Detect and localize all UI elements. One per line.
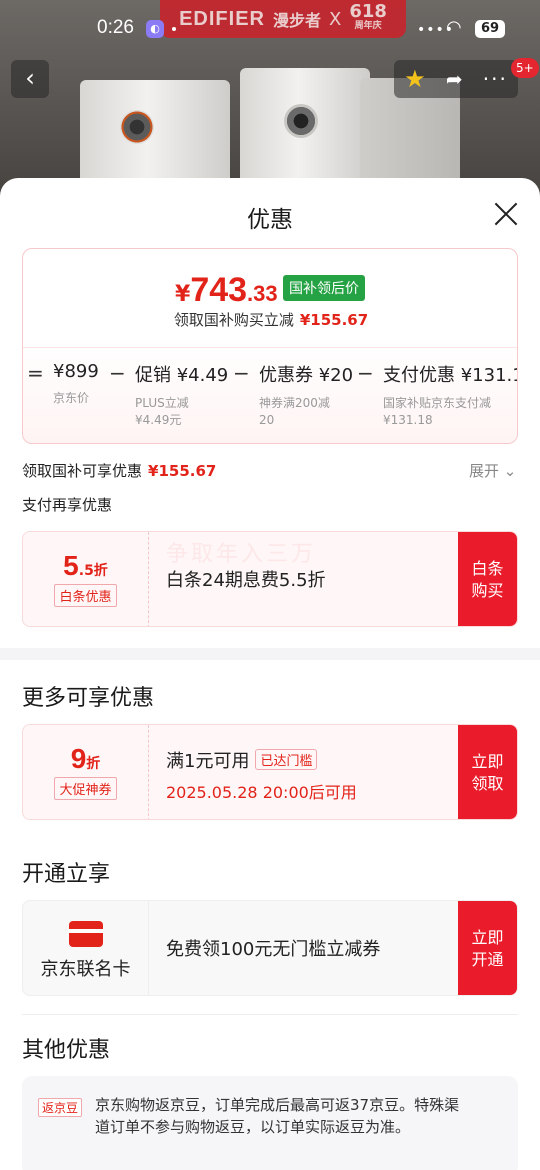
battery-indicator: 69 <box>475 20 505 38</box>
equals-sign: = <box>27 361 44 385</box>
more-icon[interactable]: ··· <box>483 67 508 91</box>
minus-sign: − <box>233 361 250 385</box>
cobrand-card-offer: 京东联名卡 免费领100元无门槛立减券 立即 开通 <box>22 900 518 996</box>
calc-item-promotion: 促销 ¥4.49 PLUS立减 ¥4.49元 <box>135 365 229 427</box>
coupon-details: 满1元可用 已达门槛 2025.05.28 20:00后可用 <box>166 749 357 802</box>
minus-sign: − <box>109 361 126 385</box>
subsidy-line: 领取国补购买立减 ¥155.67 <box>173 311 369 329</box>
section-separator <box>0 648 540 660</box>
app-notification-icon: ◐ <box>146 20 164 38</box>
baitiao-offer-card: 5.5折 白条优惠 争取年入三万 白条24期息费5.5折 白条 购买 <box>22 531 518 627</box>
open-card-button[interactable]: 立即 开通 <box>458 901 517 995</box>
discount-sheet: 优惠 ¥ 743 .33 国补领后价 领取国补购买立减 ¥155.67 = ¥89… <box>0 178 540 1170</box>
gov-subsidy-price-tag: 国补领后价 <box>283 275 365 301</box>
threshold-reached-badge: 已达门槛 <box>255 749 318 770</box>
other-offers-title: 其他优惠 <box>22 1038 111 1063</box>
calc-item-coupon: 优惠券 ¥20 神券满200减 20 <box>259 365 354 427</box>
coupon-tag: 大促神券 <box>54 777 117 800</box>
notification-badge: 5+ <box>511 58 539 78</box>
wifi-icon: ◠ <box>446 17 462 38</box>
claim-coupon-button[interactable]: 立即 领取 <box>458 725 517 819</box>
expand-toggle[interactable]: 展开 ⌄ <box>469 460 516 481</box>
price-calculation: = ¥899 京东价 − 促销 ¥4.49 PLUS立减 ¥4.49元 − 优惠券… <box>23 361 517 441</box>
coupon-offer-card: 9折 大促神券 满1元可用 已达门槛 2025.05.28 20:00后可用 立即… <box>22 724 518 820</box>
credit-card-icon <box>68 921 103 947</box>
calc-item-jd-price: ¥899 京东价 <box>53 361 99 405</box>
offer-discount-area: 5.5折 白条优惠 <box>23 532 149 626</box>
watermark-text: 争取年入三万 <box>166 542 317 567</box>
status-dot-icon <box>172 27 176 31</box>
status-bar: 0:26 ◐ •••• ◠ 69 <box>0 0 540 56</box>
divider <box>23 347 517 348</box>
coupon-discount-area: 9折 大促神券 <box>23 725 149 819</box>
close-icon[interactable] <box>492 200 520 228</box>
price-breakdown-card: ¥ 743 .33 国补领后价 领取国补购买立减 ¥155.67 = ¥899 京… <box>22 248 518 444</box>
gov-subsidy-row: 领取国补可享优惠 ¥155.67 <box>22 462 217 480</box>
cobrand-offer-text: 免费领100元无门槛立减券 <box>166 939 381 960</box>
minus-sign: − <box>357 361 374 385</box>
favorite-star-icon[interactable]: ★ <box>404 65 426 93</box>
baitiao-tag: 白条优惠 <box>54 584 117 607</box>
status-time: 0:26 <box>97 17 134 38</box>
final-price: ¥ 743 .33 <box>175 271 278 309</box>
top-action-bar: ★ ➦ ··· <box>394 60 518 98</box>
share-icon[interactable]: ➦ <box>446 67 463 91</box>
calc-item-payment: 支付优惠 ¥131.18 国家补贴京东支付减¥131.18 <box>383 365 517 427</box>
baitiao-buy-button[interactable]: 白条 购买 <box>458 532 517 626</box>
coupon-valid-time: 2025.05.28 20:00后可用 <box>166 783 357 802</box>
divider <box>22 1014 518 1015</box>
sheet-title: 优惠 <box>247 207 293 233</box>
more-offers-title: 更多可享优惠 <box>22 686 155 711</box>
cobrand-card-area: 京东联名卡 <box>23 901 149 995</box>
back-button[interactable]: ‹ <box>11 60 49 98</box>
pay-section-title: 支付再享优惠 <box>22 496 113 514</box>
jingdou-rebate-box: 返京豆 京东购物返京豆，订单完成后最高可返37京豆。特殊渠道订单不参与购物返豆，… <box>22 1076 518 1170</box>
offer-text: 白条24期息费5.5折 <box>166 570 326 591</box>
jingdou-tag: 返京豆 <box>38 1098 83 1117</box>
jingdou-description: 京东购物返京豆，订单完成后最高可返37京豆。特殊渠道订单不参与购物返豆，以订单实… <box>95 1096 460 1136</box>
open-benefit-title: 开通立享 <box>22 862 111 887</box>
